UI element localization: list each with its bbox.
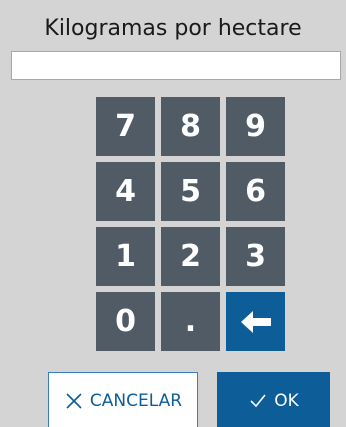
ok-label: OK (274, 391, 299, 411)
key-7[interactable]: 7 (96, 97, 155, 156)
key-6[interactable]: 6 (226, 162, 285, 221)
key-5[interactable]: 5 (161, 162, 220, 221)
cancel-button[interactable]: CANCELAR (48, 372, 198, 427)
arrow-left-icon (240, 310, 271, 333)
value-input[interactable] (11, 51, 341, 80)
key-0[interactable]: 0 (96, 292, 155, 351)
ok-button[interactable]: OK (217, 372, 330, 427)
numeric-input-dialog: Kilogramas por hectare 7 8 9 4 5 6 1 2 3… (0, 0, 346, 427)
key-decimal[interactable]: . (161, 292, 220, 351)
key-4[interactable]: 4 (96, 162, 155, 221)
cancel-label: CANCELAR (89, 391, 183, 411)
key-3[interactable]: 3 (226, 227, 285, 286)
backspace-key[interactable] (226, 292, 285, 351)
check-icon (248, 391, 268, 411)
close-icon (64, 391, 84, 411)
key-1[interactable]: 1 (96, 227, 155, 286)
key-8[interactable]: 8 (161, 97, 220, 156)
dialog-title: Kilogramas por hectare (44, 16, 302, 41)
key-2[interactable]: 2 (161, 227, 220, 286)
numeric-keypad: 7 8 9 4 5 6 1 2 3 0 . (96, 97, 285, 352)
key-9[interactable]: 9 (226, 97, 285, 156)
